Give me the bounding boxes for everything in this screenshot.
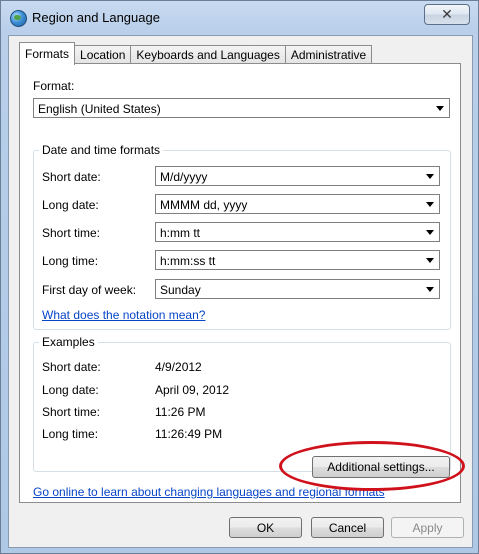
first-day-of-week-label: First day of week: [42,283,137,297]
format-value: English (United States) [38,102,161,116]
chevron-down-icon [426,230,434,235]
tab-strip: Formats Location Keyboards and Languages… [19,42,373,65]
date-time-group-title: Date and time formats [39,143,164,157]
format-label: Format: [33,79,75,93]
examples-group-title: Examples [39,335,98,349]
example-short-time-value: 11:26 PM [155,405,206,419]
date-time-formats-group: Date and time formats Short date: M/d/yy… [33,143,451,330]
chevron-down-icon [426,202,434,207]
ok-button[interactable]: OK [229,517,302,538]
dialog-client-area: Formats Location Keyboards and Languages… [8,35,473,548]
online-help-link[interactable]: Go online to learn about changing langua… [33,485,385,499]
region-language-window: Region and Language ✕ Formats Location K… [0,0,479,554]
example-short-date-label: Short date: [42,360,101,374]
example-long-date-label: Long date: [42,383,99,397]
tab-location[interactable]: Location [74,45,132,65]
globe-icon [10,10,27,27]
short-date-dropdown[interactable]: M/d/yyyy [155,166,440,186]
long-time-dropdown[interactable]: h:mm:ss tt [155,250,440,270]
long-time-value: h:mm:ss tt [160,254,216,268]
apply-button: Apply [391,517,464,538]
short-time-label: Short time: [42,226,101,240]
examples-group: Examples Short date: 4/9/2012 Long date:… [33,335,451,472]
tab-formats[interactable]: Formats [19,42,76,65]
additional-settings-button[interactable]: Additional settings... [312,456,450,478]
tab-keyboards-and-languages[interactable]: Keyboards and Languages [130,45,286,65]
long-date-value: MMMM dd, yyyy [160,198,248,212]
example-long-date-value: April 09, 2012 [155,383,230,397]
short-time-dropdown[interactable]: h:mm tt [155,222,440,242]
chevron-down-icon [426,287,434,292]
long-time-label: Long time: [42,254,99,268]
long-date-label: Long date: [42,198,99,212]
first-day-of-week-value: Sunday [160,283,201,297]
short-time-value: h:mm tt [160,226,201,240]
title-bar[interactable]: Region and Language ✕ [1,1,478,35]
short-date-value: M/d/yyyy [160,170,208,184]
short-date-label: Short date: [42,170,101,184]
cancel-button[interactable]: Cancel [311,517,384,538]
long-date-dropdown[interactable]: MMMM dd, yyyy [155,194,440,214]
window-title: Region and Language [32,10,160,25]
tab-administrative[interactable]: Administrative [284,45,373,65]
formats-panel: Format: English (United States) Date and… [19,63,461,503]
example-short-date-value: 4/9/2012 [155,360,202,374]
format-dropdown[interactable]: English (United States) [33,98,450,118]
chevron-down-icon [426,258,434,263]
example-long-time-label: Long time: [42,427,99,441]
chevron-down-icon [426,174,434,179]
notation-help-link[interactable]: What does the notation mean? [42,308,205,322]
example-short-time-label: Short time: [42,405,101,419]
chevron-down-icon [436,106,444,111]
first-day-of-week-dropdown[interactable]: Sunday [155,279,440,299]
close-button[interactable]: ✕ [424,4,470,25]
example-long-time-value: 11:26:49 PM [155,427,223,441]
